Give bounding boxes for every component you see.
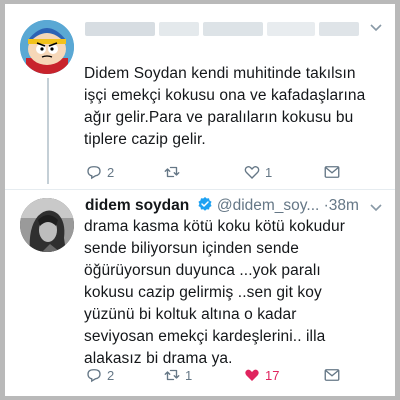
handle[interactable]: @didem_soy... (217, 197, 319, 214)
tweet-thread: Didem Soydan kendi muhitinde takılsın iş… (5, 4, 395, 396)
dm-button[interactable] (323, 162, 345, 182)
like-count: 17 (265, 367, 280, 383)
tweet-1[interactable]: Didem Soydan kendi muhitinde takılsın iş… (5, 4, 395, 189)
verified-icon (197, 197, 212, 211)
retweet-button[interactable] (163, 162, 185, 182)
tweet-header: didem soydan @didem_soy... ·38m (85, 196, 385, 218)
tweet-text: drama kasma kötü koku kötü kokudur sende… (84, 218, 345, 367)
reply-button[interactable]: 2 (85, 365, 114, 385)
retweet-icon (164, 166, 180, 178)
display-name[interactable]: didem soydan (85, 197, 189, 214)
avatar[interactable] (20, 198, 74, 252)
thread-connector (47, 78, 49, 184)
dm-icon (324, 369, 340, 381)
like-button[interactable]: 1 (243, 162, 272, 182)
tweet-actions: 2 1 (85, 162, 385, 182)
like-icon (244, 165, 260, 179)
reply-count: 2 (107, 164, 115, 180)
reply-count: 2 (107, 367, 115, 383)
reply-icon (87, 369, 101, 383)
cartoon-avatar-image (20, 20, 74, 74)
like-icon (245, 369, 259, 381)
retweet-button[interactable]: 1 (163, 365, 192, 385)
like-button[interactable]: 17 (243, 365, 279, 385)
blurred-username (85, 16, 373, 42)
dm-icon (324, 166, 340, 178)
avatar[interactable] (20, 20, 74, 74)
timestamp[interactable]: 38m (329, 197, 359, 214)
retweet-count: 1 (185, 367, 193, 383)
tweet-2[interactable]: didem soydan @didem_soy... ·38m drama ka… (5, 190, 395, 396)
reply-icon (87, 166, 101, 180)
tweet-text: Didem Soydan kendi muhitinde takılsın iş… (84, 65, 366, 148)
profile-photo-image (20, 198, 74, 252)
reply-button[interactable]: 2 (85, 162, 114, 182)
retweet-icon (164, 369, 180, 381)
like-count: 1 (265, 164, 273, 180)
caret-down-icon[interactable] (369, 202, 383, 212)
caret-down-icon[interactable] (369, 22, 383, 32)
tweet-actions: 2 1 17 (85, 365, 385, 385)
dm-button[interactable] (323, 365, 345, 385)
